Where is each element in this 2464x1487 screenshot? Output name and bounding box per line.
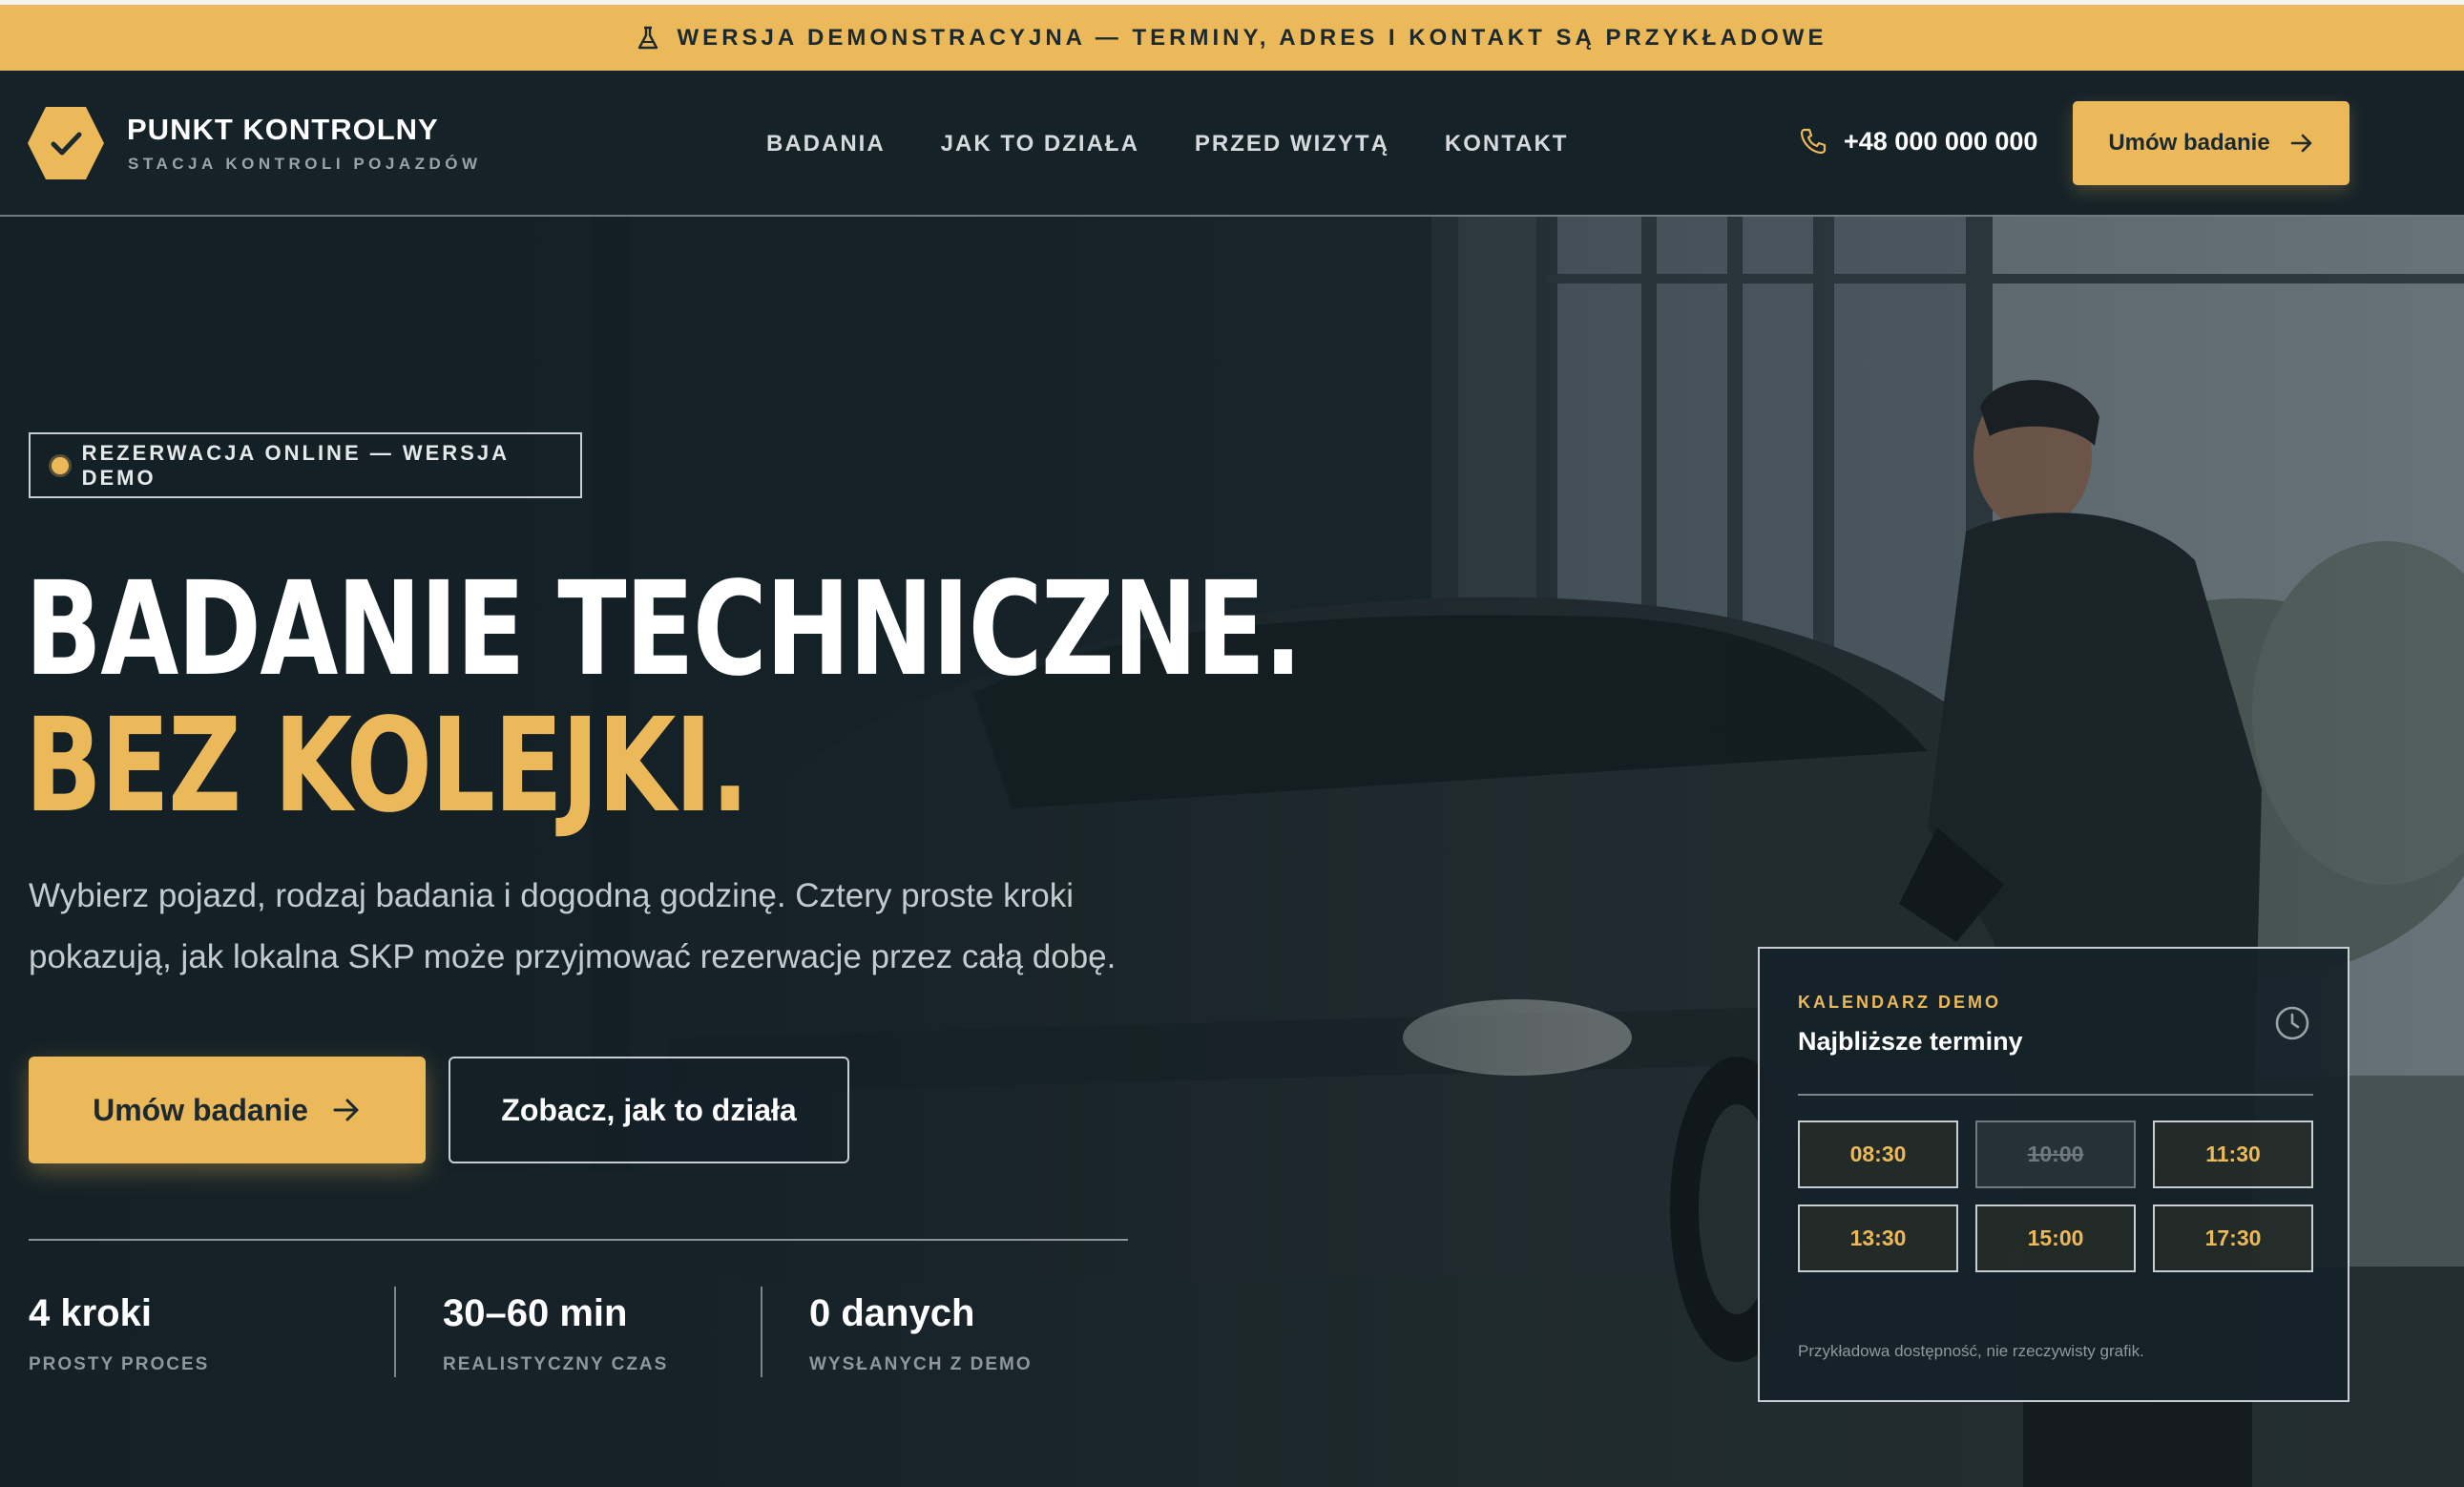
stat-label: REALISTYCZNY CZAS	[443, 1354, 669, 1374]
nav-link-przed-wizyta[interactable]: PRZED WIZYTĄ	[1195, 131, 1389, 157]
calendar-kicker: KALENDARZ DEMO	[1798, 993, 2001, 1012]
online-booking-pill-text: REZERWACJA ONLINE — WERSJA DEMO	[81, 440, 510, 490]
flask-icon	[637, 26, 658, 49]
time-slot[interactable]: 08:30	[1798, 1120, 1958, 1188]
arrow-right-icon	[2290, 134, 2311, 153]
phone-link[interactable]: +48 000 000 000	[1798, 126, 2037, 157]
calendar-note: Przykładowa dostępność, nie rzeczywisty …	[1798, 1342, 2144, 1360]
time-slot[interactable]: 17:30	[2153, 1204, 2313, 1272]
stat-value: 30–60 min	[443, 1292, 628, 1334]
stat-value: 0 danych	[809, 1292, 975, 1334]
nav-book-button[interactable]: Umów badanie	[2073, 101, 2349, 185]
stat-label: WYSŁANYCH Z DEMO	[809, 1354, 1033, 1374]
brand-subtitle: STACJA KONTROLI POJAZDÓW	[128, 155, 482, 173]
nav-link-kontakt[interactable]: KONTAKT	[1445, 131, 1569, 157]
stat-steps: 4 kroki PROSTY PROCES	[29, 1292, 209, 1375]
stat-value: 4 kroki	[29, 1292, 152, 1334]
stat-data: 0 danych WYSŁANYCH Z DEMO	[809, 1292, 1033, 1375]
hero-book-button[interactable]: Umów badanie	[29, 1057, 426, 1163]
status-dot-icon	[52, 456, 69, 474]
demo-banner: WERSJA DEMONSTRACYJNA — TERMINY, ADRES I…	[0, 0, 2464, 71]
calendar-divider	[1798, 1094, 2313, 1096]
clock-icon	[2275, 1006, 2309, 1040]
logo-hexagon[interactable]	[27, 104, 105, 182]
time-slot-unavailable: 10:00	[1975, 1120, 2136, 1188]
phone-number: +48 000 000 000	[1844, 126, 2038, 156]
hero-divider	[29, 1239, 1128, 1241]
how-it-works-button-label: Zobacz, jak to działa	[501, 1092, 797, 1127]
nav-link-badania[interactable]: BADANIA	[766, 131, 886, 157]
hero-section: REZERWACJA ONLINE — WERSJA DEMO BADANIE …	[0, 217, 2464, 1487]
stat-separator	[394, 1287, 396, 1377]
top-navigation: PUNKT KONTROLNY STACJA KONTROLI POJAZDÓW…	[0, 71, 2464, 217]
stat-separator	[761, 1287, 762, 1377]
hero-headline-line-2: BEZ KOLEJKI.	[25, 691, 749, 842]
how-it-works-button[interactable]: Zobacz, jak to działa	[449, 1057, 849, 1163]
demo-banner-text: WERSJA DEMONSTRACYJNA — TERMINY, ADRES I…	[677, 24, 1827, 51]
phone-icon	[1800, 128, 1827, 155]
time-slot[interactable]: 13:30	[1798, 1204, 1958, 1272]
calendar-card: KALENDARZ DEMO Najbliższe terminy 08:30 …	[1758, 947, 2349, 1402]
arrow-right-icon	[333, 1099, 359, 1121]
calendar-title: Najbliższe terminy	[1798, 1027, 2023, 1056]
stat-time: 30–60 min REALISTYCZNY CZAS	[443, 1292, 668, 1375]
nav-link-jak-to-dziala[interactable]: JAK TO DZIAŁA	[941, 131, 1139, 157]
time-slot-grid: 08:30 10:00 11:30 13:30 15:00 17:30	[1798, 1120, 2313, 1272]
online-booking-pill: REZERWACJA ONLINE — WERSJA DEMO	[29, 432, 582, 498]
brand-name[interactable]: PUNKT KONTROLNY	[127, 113, 439, 147]
nav-links: BADANIA JAK TO DZIAŁA PRZED WIZYTĄ KONTA…	[766, 131, 1568, 157]
nav-book-button-label: Umów badanie	[2108, 130, 2270, 156]
hero-lead-text: Wybierz pojazd, rodzaj badania i dogodną…	[29, 877, 1117, 975]
hero-headline-line-1: BADANIE TECHNICZNE.	[25, 555, 1303, 705]
hero-book-button-label: Umów badanie	[93, 1092, 308, 1127]
time-slot[interactable]: 11:30	[2153, 1120, 2313, 1188]
stat-label: PROSTY PROCES	[29, 1354, 210, 1374]
time-slot[interactable]: 15:00	[1975, 1204, 2136, 1272]
